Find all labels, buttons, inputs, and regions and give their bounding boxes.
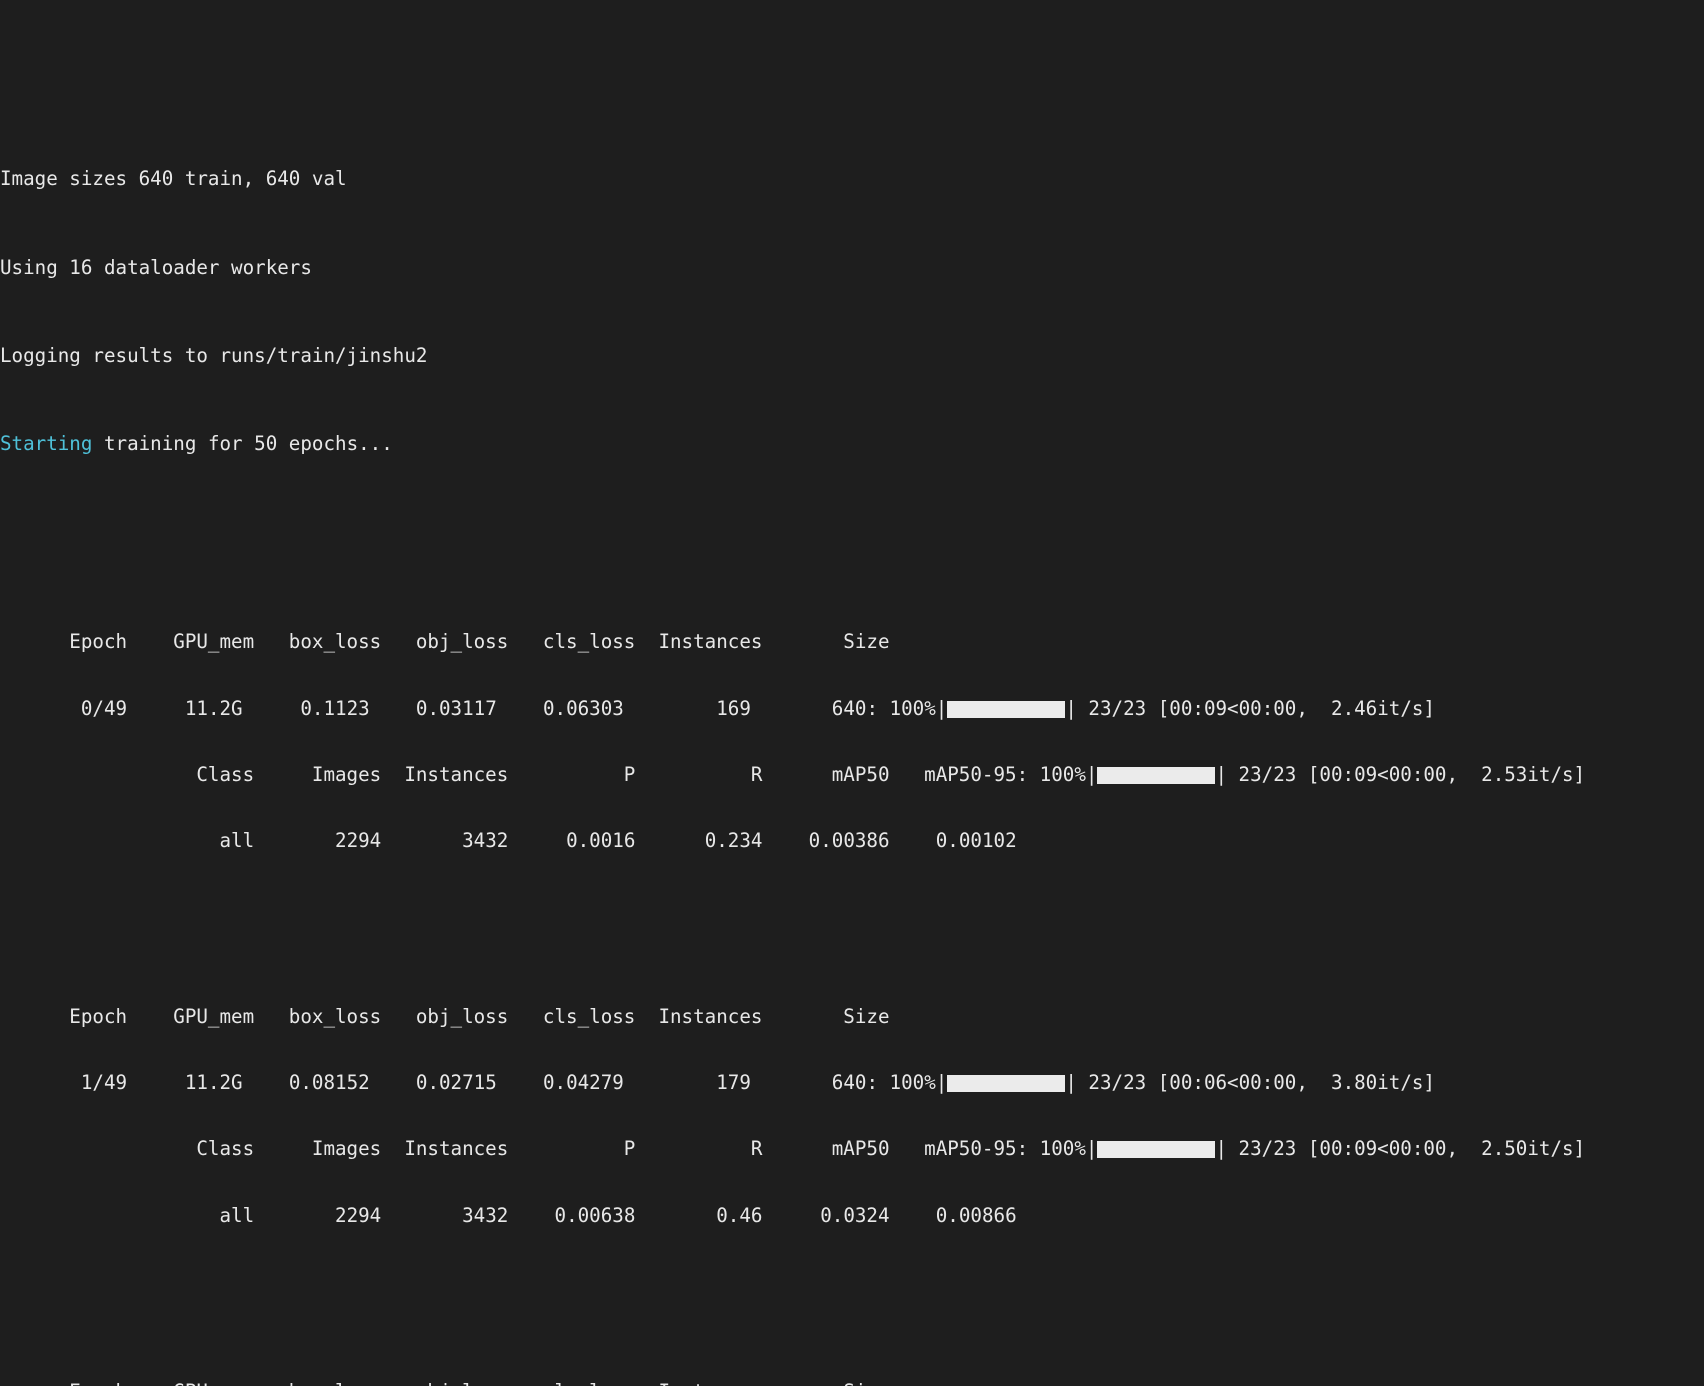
instances-value: 179 xyxy=(623,1071,751,1095)
obj-loss-value: 0.03117 xyxy=(369,696,497,720)
val-bar-close: | xyxy=(1215,762,1239,786)
val-progress-counter: 23/23 [00:09<00:00, 2.50it/s] xyxy=(1238,1137,1586,1161)
val-progress-percent: 100%| xyxy=(1039,1137,1098,1161)
cls-loss-value: 0.06303 xyxy=(496,696,624,720)
val-header-row: Class Images Instances P R mAP50 mAP50-9… xyxy=(0,1138,1704,1160)
terminal-window[interactable]: Image sizes 640 train, 640 val Using 16 … xyxy=(0,0,1704,1386)
metrics-row: all 2294 3432 0.0016 0.234 0.00386 0.001… xyxy=(0,828,1704,852)
val-progress-bar xyxy=(1097,1141,1216,1159)
terminal-line-logging: Logging results to runs/train/jinshu2 xyxy=(0,343,1704,367)
train-progress-row: 1/49 11.2G 0.08152 0.02715 0.04279 179 6… xyxy=(0,1072,1704,1094)
train-progress-percent: 100%| xyxy=(889,1071,948,1095)
train-progress-counter: 23/23 [00:09<00:00, 2.46it/s] xyxy=(1088,696,1435,720)
metrics-instances-value: 3432 xyxy=(381,1203,509,1227)
train-header-text: Epoch GPU_mem box_loss obj_loss cls_loss… xyxy=(0,630,890,654)
train-header-text: Epoch GPU_mem box_loss obj_loss cls_loss… xyxy=(0,1380,889,1386)
starting-rest-text: training for 50 epochs... xyxy=(92,431,393,455)
train-header-row: Epoch GPU_mem box_loss obj_loss cls_loss… xyxy=(0,1006,1704,1028)
train-header-text: Epoch GPU_mem box_loss obj_loss cls_loss… xyxy=(0,1005,890,1029)
train-progress-row: 0/49 11.2G 0.1123 0.03117 0.06303 169 64… xyxy=(0,696,1704,720)
train-progress-bar xyxy=(947,700,1066,718)
terminal-line-cut-top xyxy=(0,80,1704,102)
val-progress-percent: 100%| xyxy=(1039,762,1098,786)
logging-text: Logging results to runs/train/jinshu2 xyxy=(0,343,428,367)
box-loss-value: 0.08152 xyxy=(242,1071,370,1095)
metrics-map50-value: 0.00386 xyxy=(762,828,890,852)
metrics-images-value: 2294 xyxy=(254,828,382,852)
metrics-map50-value: 0.0324 xyxy=(762,1203,890,1227)
epoch-value: 1/49 xyxy=(0,1071,128,1095)
terminal-scroll-region[interactable]: Image sizes 640 train, 640 val Using 16 … xyxy=(0,0,1704,1386)
cls-loss-value: 0.04279 xyxy=(496,1071,624,1095)
val-progress-counter: 23/23 [00:09<00:00, 2.53it/s] xyxy=(1238,762,1586,786)
terminal-line-starting: Starting training for 50 epochs... xyxy=(0,431,1704,455)
metrics-images-value: 2294 xyxy=(254,1203,382,1227)
metrics-precision-value: 0.00638 xyxy=(508,1203,636,1227)
instances-value: 169 xyxy=(623,696,751,720)
starting-keyword: Starting xyxy=(0,431,93,455)
terminal-line-image-sizes: Image sizes 640 train, 640 val xyxy=(0,168,1704,190)
val-progress-bar xyxy=(1097,766,1216,784)
train-bar-close: | xyxy=(1065,1071,1089,1095)
val-bar-close: | xyxy=(1215,1137,1239,1161)
image-sizes-text: Image sizes 640 train, 640 val xyxy=(0,167,347,191)
train-progress-percent: 100%| xyxy=(889,696,948,720)
gpu-mem-value: 11.2G xyxy=(127,1071,243,1095)
size-value: 640: xyxy=(750,696,890,720)
train-header-row: Epoch GPU_mem box_loss obj_loss cls_loss… xyxy=(0,631,1704,653)
obj-loss-value: 0.02715 xyxy=(369,1071,497,1095)
metrics-map50-95-value: 0.00102 xyxy=(889,828,1017,852)
metrics-class-value: all xyxy=(0,828,255,852)
val-header-row: Class Images Instances P R mAP50 mAP50-9… xyxy=(0,762,1704,786)
val-header-text: Class Images Instances P R mAP50 mAP50-9… xyxy=(0,762,1040,786)
metrics-precision-value: 0.0016 xyxy=(508,828,636,852)
metrics-row: all 2294 3432 0.00638 0.46 0.0324 0.0086… xyxy=(0,1203,1704,1227)
gpu-mem-value: 11.2G xyxy=(127,696,243,720)
metrics-map50-95-value: 0.00866 xyxy=(889,1203,1017,1227)
size-value: 640: xyxy=(750,1071,890,1095)
metrics-recall-value: 0.234 xyxy=(635,828,763,852)
train-progress-bar xyxy=(947,1075,1066,1093)
terminal-line-dataloader: Using 16 dataloader workers xyxy=(0,255,1704,279)
train-bar-close: | xyxy=(1065,696,1089,720)
metrics-instances-value: 3432 xyxy=(381,828,509,852)
metrics-recall-value: 0.46 xyxy=(635,1203,763,1227)
epoch-value: 0/49 xyxy=(0,696,128,720)
box-loss-value: 0.1123 xyxy=(242,696,370,720)
dataloader-text: Using 16 dataloader workers xyxy=(0,255,312,279)
metrics-class-value: all xyxy=(0,1203,255,1227)
val-header-text: Class Images Instances P R mAP50 mAP50-9… xyxy=(0,1137,1040,1161)
train-progress-counter: 23/23 [00:06<00:00, 3.80it/s] xyxy=(1088,1071,1435,1095)
train-header-row: Epoch GPU_mem box_loss obj_loss cls_loss… xyxy=(0,1380,1704,1386)
